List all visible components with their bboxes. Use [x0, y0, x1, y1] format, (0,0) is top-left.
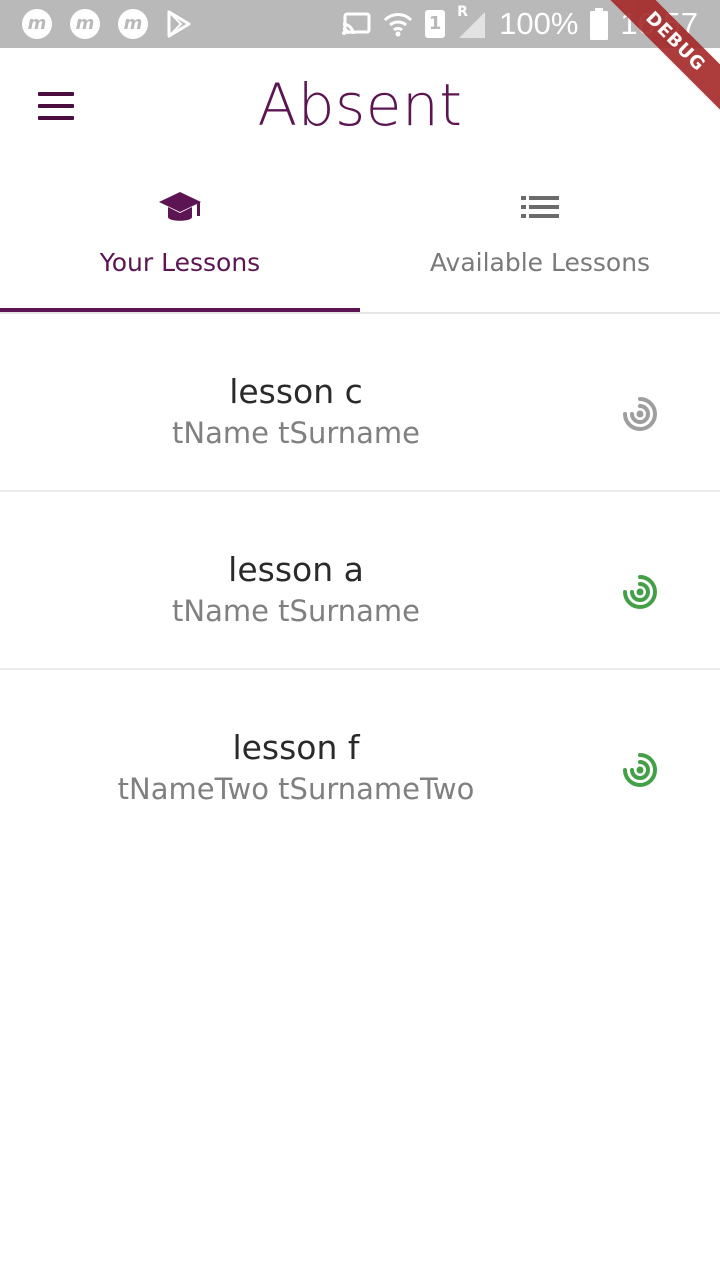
lesson-row[interactable]: lesson a tName tSurname [0, 492, 720, 670]
battery-icon [590, 8, 609, 40]
page-title: Absent [257, 71, 463, 139]
app-bar: Absent [0, 48, 720, 164]
lesson-name: lesson a [228, 550, 364, 589]
tab-label: Available Lessons [429, 248, 651, 277]
m-app-icon: m [118, 9, 148, 39]
radar-icon[interactable] [622, 574, 658, 610]
lesson-teacher: tNameTwo tSurnameTwo [117, 772, 475, 806]
radar-icon[interactable] [622, 752, 658, 788]
list-icon [521, 196, 559, 218]
lesson-name: lesson f [232, 728, 360, 767]
lesson-row[interactable]: lesson c tName tSurname [0, 314, 720, 492]
lesson-teacher: tName tSurname [172, 594, 420, 628]
lesson-list: lesson c tName tSurname lesson a tName t… [0, 314, 720, 846]
tab-your-lessons[interactable]: Your Lessons [0, 164, 360, 312]
signal-icon: R [457, 4, 487, 40]
battery-percent: 100% [499, 6, 579, 41]
m-app-icon: m [70, 9, 100, 39]
play-store-icon [167, 10, 191, 38]
tab-indicator [0, 308, 360, 312]
status-bar: m m m 1 R 100% [0, 0, 720, 48]
tab-bar: Your Lessons Available Lessons [0, 164, 720, 314]
radar-icon[interactable] [622, 396, 658, 432]
m-app-icon: m [22, 9, 52, 39]
tab-available-lessons[interactable]: Available Lessons [360, 164, 720, 310]
notification-area: m m m [22, 9, 192, 39]
school-icon [159, 192, 201, 221]
wifi-icon [384, 13, 413, 37]
lesson-teacher: tName tSurname [172, 416, 420, 450]
cast-icon [342, 12, 371, 35]
sim-slot-badge: 1 [425, 10, 446, 38]
lesson-row[interactable]: lesson f tNameTwo tSurnameTwo [0, 670, 720, 846]
lesson-name: lesson c [229, 372, 363, 411]
tab-label: Your Lessons [99, 248, 261, 277]
